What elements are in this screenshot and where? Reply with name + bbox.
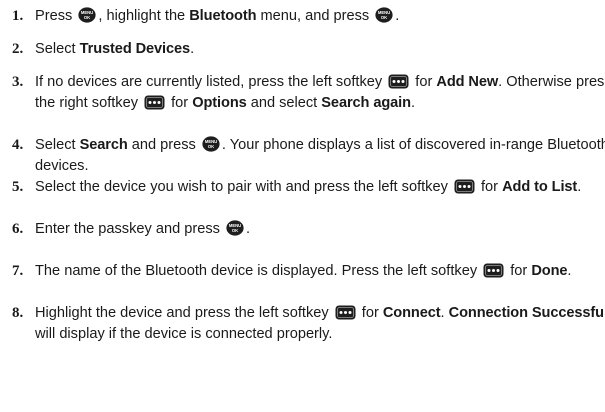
step-text-segment: Highlight the device and press the left … [35, 305, 333, 321]
softkey-icon [335, 305, 356, 320]
step-number: 5. [12, 179, 24, 195]
step-text-segment: . [246, 221, 251, 237]
menu-option-label: Connection Successful [448, 305, 605, 321]
step-text-segment: Select [35, 137, 80, 153]
menu-option-label: Bluetooth [189, 8, 257, 24]
step-text: Select Search and press MENU OK. Your pho… [35, 136, 605, 174]
step-text-segment: The name of the Bluetooth device is disp… [35, 263, 482, 279]
menu-option-label: Add New [436, 74, 499, 90]
step-text-segment: . [567, 263, 572, 279]
svg-text:OK: OK [232, 228, 238, 233]
step-item: 1. Press MENU OK, highlight the Bluetooth … [12, 6, 605, 27]
step-text-segment: menu, and press [256, 8, 374, 24]
step-text-segment: and select [246, 95, 322, 111]
svg-text:OK: OK [381, 15, 387, 20]
step-text: Highlight the device and press the left … [35, 305, 605, 342]
step-number: 3. [12, 74, 24, 90]
softkey-icon [454, 179, 475, 194]
step-number: 4. [12, 137, 24, 153]
step-text: If no devices are currently listed, pres… [35, 74, 605, 111]
step-number: 1. [12, 8, 24, 24]
step-item: 8. Highlight the device and press the lef… [12, 303, 605, 345]
menu-option-label: Connect [382, 305, 441, 321]
softkey-icon [144, 95, 165, 110]
menu-option-label: Options [192, 95, 247, 111]
step-text-segment: . [190, 41, 195, 57]
step-text-segment: will display if the device is connected … [35, 326, 333, 342]
step-text: The name of the Bluetooth device is disp… [35, 263, 571, 279]
svg-text:OK: OK [208, 144, 214, 149]
step-number: 7. [12, 263, 24, 279]
step-text-segment: Select [35, 41, 80, 57]
menu-ok-key-icon: MENU OK [78, 7, 96, 23]
step-text-segment: for [357, 305, 383, 321]
softkey-icon [483, 263, 504, 278]
step-number: 6. [12, 221, 24, 237]
step-text-segment: . [410, 95, 416, 111]
menu-ok-key-icon: MENU OK [226, 220, 244, 236]
softkey-icon [388, 74, 409, 89]
step-item: 3. If no devices are currently listed, pr… [12, 72, 605, 114]
menu-option-label: Add to List [502, 179, 578, 195]
menu-option-label: Trusted Devices [79, 41, 191, 57]
step-text: Press MENU OK, highlight the Bluetooth me… [35, 7, 400, 24]
step-text-segment: and press [127, 137, 200, 153]
step-item: 7. The name of the Bluetooth device is di… [12, 261, 605, 282]
step-item: 4. Select Search and press MENU OK. Your p… [12, 135, 605, 177]
step-item: 2. Select Trusted Devices. [12, 39, 605, 60]
step-number: 8. [12, 305, 24, 321]
step-text-segment: Press [35, 8, 77, 24]
step-text-segment: for [506, 263, 532, 279]
menu-option-label: Search again [321, 95, 411, 111]
step-text: Enter the passkey and press MENU OK. [35, 220, 251, 237]
step-text-segment: Select the device you wish to pair with … [35, 179, 452, 195]
step-text-segment: for [167, 95, 193, 111]
step-text-segment: , highlight the [98, 8, 190, 24]
menu-option-label: Done [531, 263, 568, 279]
step-item: 5. Select the device you wish to pair wit… [12, 177, 605, 198]
menu-ok-key-icon: MENU OK [202, 136, 220, 152]
step-text-segment: . [440, 305, 449, 321]
step-text: Select the device you wish to pair with … [35, 179, 581, 195]
step-text-segment: Enter the passkey and press [35, 221, 225, 237]
step-text-segment: If no devices are currently listed, pres… [35, 74, 387, 90]
step-number: 2. [12, 41, 24, 57]
step-text-segment: for [476, 179, 503, 195]
step-text-segment: . [395, 8, 400, 24]
step-text: Select Trusted Devices. [35, 41, 194, 57]
menu-ok-key-icon: MENU OK [375, 7, 393, 23]
step-text-segment: for [411, 74, 437, 90]
svg-text:OK: OK [84, 15, 90, 20]
menu-option-label: Search [79, 137, 128, 153]
step-item: 6. Enter the passkey and press MENU OK. [12, 219, 605, 240]
step-text-segment: . [577, 179, 582, 195]
